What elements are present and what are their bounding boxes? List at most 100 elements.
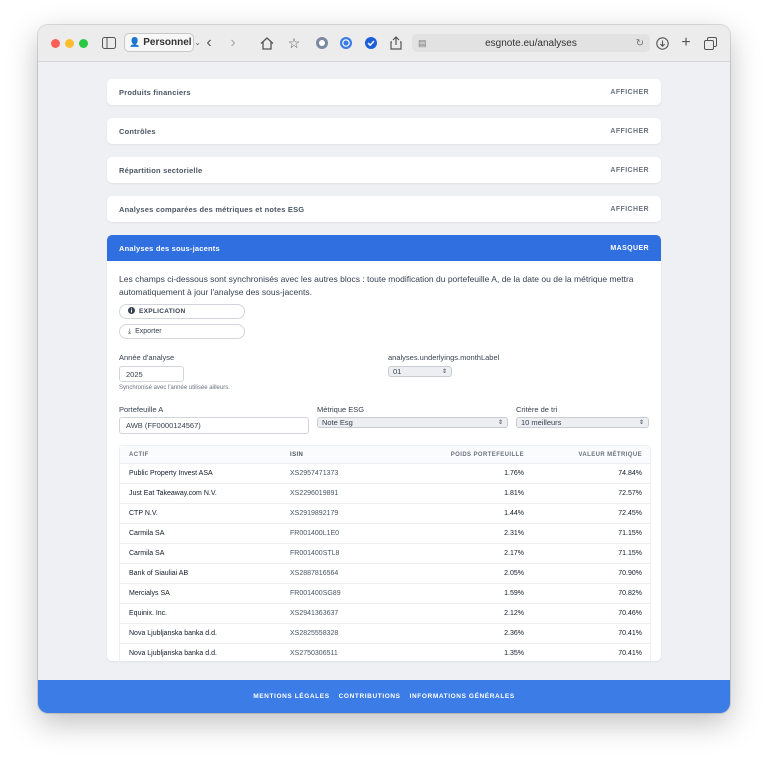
extension-icon[interactable] <box>314 34 330 52</box>
tabs-icon[interactable] <box>702 34 718 52</box>
year-label: Année d'analyse <box>119 353 175 362</box>
cell-weight: 1.76% <box>504 470 524 477</box>
browser-toolbar: 👤 Personnel ⌄ ‹ › ☆ ▤ esgnote.eu/analyse… <box>38 25 730 62</box>
reload-icon[interactable]: ↻ <box>636 38 644 49</box>
cell-weight: 1.59% <box>504 590 524 597</box>
column-header-isin[interactable]: ISIN <box>290 452 400 458</box>
show-button[interactable]: AFFICHER <box>610 89 649 96</box>
page-content: Produits financiers AFFICHER Contrôles A… <box>38 62 730 679</box>
reader-icon[interactable]: ▤ <box>418 38 427 49</box>
section-title: Contrôles <box>119 126 156 136</box>
url-text: esgnote.eu/analyses <box>485 37 577 49</box>
portfolio-input[interactable]: AWB (FF0000124567) <box>119 417 309 434</box>
cell-weight: 1.44% <box>504 510 524 517</box>
cell-metric: 70.46% <box>618 610 642 617</box>
table-header: ACTIF ISIN POIDS PORTEFEUILLE VALEUR MÉT… <box>120 446 650 463</box>
home-icon[interactable] <box>259 34 275 52</box>
show-button[interactable]: AFFICHER <box>610 167 649 174</box>
portfolio-label: Portefeuille A <box>119 405 164 414</box>
cell-asset: Carmila SA <box>129 550 165 557</box>
cell-asset: Equinix. Inc. <box>129 610 168 617</box>
profile-label: Personnel <box>143 37 192 48</box>
hide-button[interactable]: MASQUER <box>610 245 649 252</box>
table-row: Mercialys SA FR001400SG89 1.59% 70.82% <box>120 583 650 603</box>
back-icon[interactable]: ‹ <box>202 34 216 52</box>
cell-asset: Nova Ljubljanska banka d.d. <box>129 650 217 657</box>
cell-metric: 71.15% <box>618 530 642 537</box>
share-icon[interactable] <box>388 34 404 52</box>
cell-asset: CTP N.V. <box>129 510 158 517</box>
check-icon[interactable] <box>363 34 379 52</box>
profile-selector[interactable]: 👤 Personnel ⌄ <box>124 33 200 52</box>
section-title: Répartition sectorielle <box>119 165 203 175</box>
metric-label: Métrique ESG <box>317 405 365 414</box>
cell-asset: Mercialys SA <box>129 590 170 597</box>
explanation-button[interactable]: EXPLICATION <box>119 304 245 319</box>
minimize-window-button[interactable] <box>65 39 74 48</box>
section-sector-breakdown[interactable]: Répartition sectorielle AFFICHER <box>107 157 661 183</box>
section-title: Analyses comparées des métriques et note… <box>119 204 305 214</box>
star-icon[interactable]: ☆ <box>286 34 302 52</box>
person-icon: 👤 <box>129 37 141 47</box>
footer-link-general-info[interactable]: INFORMATIONS GÉNÉRALES <box>410 693 515 700</box>
cell-weight: 1.81% <box>504 490 524 497</box>
password-icon[interactable] <box>338 34 354 52</box>
column-header-asset[interactable]: ACTIF <box>120 452 290 458</box>
section-controls[interactable]: Contrôles AFFICHER <box>107 118 661 144</box>
address-bar[interactable]: ▤ esgnote.eu/analyses ↻ <box>412 34 650 52</box>
sort-select[interactable]: 10 meilleurs ⇕ <box>516 417 649 428</box>
new-tab-icon[interactable]: + <box>678 34 694 52</box>
cell-weight: 2.17% <box>504 550 524 557</box>
cell-isin: XS2825558328 <box>290 630 339 637</box>
table-row: CTP N.V. XS2919892179 1.44% 72.45% <box>120 503 650 523</box>
cell-isin: XS2887816564 <box>290 570 339 577</box>
metric-select[interactable]: Note Esg ⇕ <box>317 417 508 428</box>
download-icon[interactable] <box>654 34 670 52</box>
section-financial-products[interactable]: Produits financiers AFFICHER <box>107 79 661 105</box>
column-header-weight[interactable]: POIDS PORTEFEUILLE <box>400 452 524 458</box>
show-button[interactable]: AFFICHER <box>610 206 649 213</box>
table-row: Just Eat Takeaway.com N.V. XS2296019891 … <box>120 483 650 503</box>
sidebar-icon[interactable] <box>101 34 117 52</box>
cell-weight: 2.05% <box>504 570 524 577</box>
cell-weight: 1.35% <box>504 650 524 657</box>
table-row: Nova Ljubljanska banka d.d. XS2750306511… <box>120 643 650 663</box>
show-button[interactable]: AFFICHER <box>610 128 649 135</box>
cell-isin: XS2296019891 <box>290 490 339 497</box>
cell-metric: 71.15% <box>618 550 642 557</box>
cell-metric: 70.41% <box>618 650 642 657</box>
section-title: Analyses des sous-jacents <box>119 243 220 253</box>
zoom-window-button[interactable] <box>79 39 88 48</box>
metric-value: Note Esg <box>322 418 353 427</box>
month-select[interactable]: 01 ⇕ <box>388 366 452 377</box>
close-window-button[interactable] <box>51 39 60 48</box>
cell-isin: FR001400STL8 <box>290 550 340 557</box>
cell-weight: 2.36% <box>504 630 524 637</box>
export-button[interactable]: ⤓ Exporter <box>119 324 245 339</box>
section-esg-comparison[interactable]: Analyses comparées des métriques et note… <box>107 196 661 222</box>
cell-isin: XS2750306511 <box>290 650 338 657</box>
cell-weight: 2.31% <box>504 530 524 537</box>
select-arrows-icon: ⇕ <box>497 420 503 426</box>
year-hint: Synchronisé avec l'année utilisée ailleu… <box>119 385 230 391</box>
cell-isin: FR001400L1E0 <box>290 530 340 537</box>
footer-link-contributions[interactable]: CONTRIBUTIONS <box>339 693 401 700</box>
section-title: Produits financiers <box>119 87 191 97</box>
sort-value: 10 meilleurs <box>521 418 562 427</box>
forward-icon[interactable]: › <box>226 34 240 52</box>
year-input[interactable]: 2025 <box>119 366 184 382</box>
underlyings-header[interactable]: Analyses des sous-jacents MASQUER <box>107 235 661 261</box>
month-label: analyses.underlyings.monthLabel <box>388 353 500 362</box>
month-value: 01 <box>393 367 402 376</box>
cell-metric: 74.84% <box>618 470 642 477</box>
footer-link-legal[interactable]: MENTIONS LÉGALES <box>253 693 329 700</box>
export-label: Exporter <box>135 328 162 335</box>
cell-metric: 72.45% <box>618 510 642 517</box>
cell-asset: Carmila SA <box>129 530 165 537</box>
table-row: Carmila SA FR001400L1E0 2.31% 71.15% <box>120 523 650 543</box>
sync-description: Les champs ci-dessous sont synchronisés … <box>119 274 634 297</box>
explanation-label: EXPLICATION <box>139 308 186 315</box>
cell-asset: Just Eat Takeaway.com N.V. <box>129 490 217 497</box>
column-header-metric[interactable]: VALEUR MÉTRIQUE <box>524 452 644 458</box>
cell-metric: 70.82% <box>618 590 642 597</box>
